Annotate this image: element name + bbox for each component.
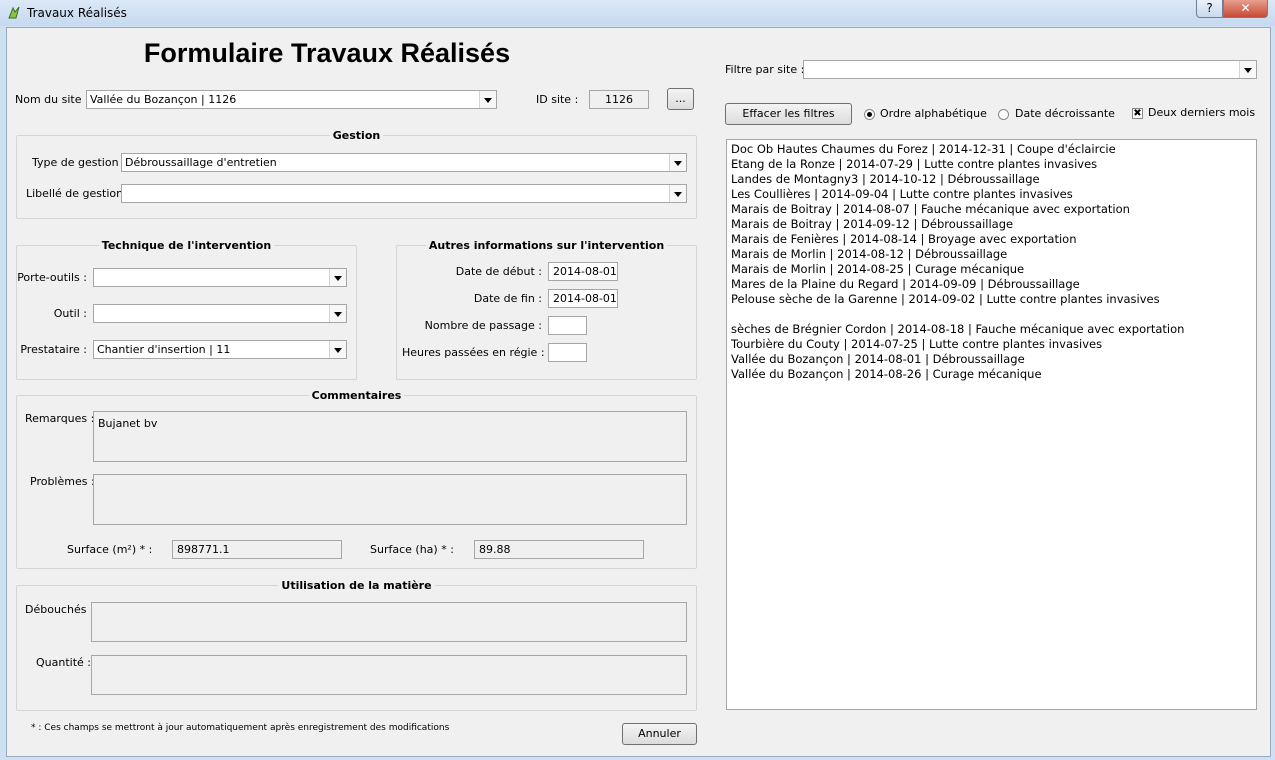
commentaires-title: Commentaires: [308, 389, 405, 402]
list-item[interactable]: Doc Ob Hautes Chaumes du Forez | 2014-12…: [731, 142, 1252, 157]
travaux-list[interactable]: Doc Ob Hautes Chaumes du Forez | 2014-12…: [726, 139, 1257, 710]
problemes-label: Problèmes :: [30, 475, 95, 488]
date-fin-field[interactable]: 2014-08-01: [548, 289, 618, 308]
alpha-order-radio[interactable]: [864, 109, 875, 120]
chevron-down-icon[interactable]: [669, 185, 686, 202]
problemes-textarea[interactable]: [93, 474, 687, 525]
remarques-textarea[interactable]: Bujanet bv: [93, 411, 687, 462]
list-item[interactable]: Vallée du Bozançon | 2014-08-26 | Curage…: [731, 367, 1252, 382]
list-item[interactable]: Pelouse sèche de la Garenne | 2014-09-02…: [731, 292, 1252, 307]
date-desc-radio[interactable]: [998, 109, 1009, 120]
filter-site-label: Filtre par site :: [725, 63, 805, 76]
date-debut-field[interactable]: 2014-08-01: [548, 262, 618, 281]
dialog-client: Formulaire Travaux Réalisés Nom du site …: [6, 27, 1271, 757]
heures-field[interactable]: [548, 343, 587, 362]
alpha-order-label[interactable]: Ordre alphabétique: [880, 107, 987, 120]
prestataire-combo[interactable]: Chantier d'insertion | 11: [93, 340, 347, 359]
list-item[interactable]: Landes de Montagny3 | 2014-10-12 | Débro…: [731, 172, 1252, 187]
site-id-label: ID site :: [536, 93, 579, 106]
autres-title: Autres informations sur l'intervention: [425, 239, 668, 252]
matiere-title: Utilisation de la matière: [278, 579, 435, 592]
close-button[interactable]: ✕: [1223, 0, 1268, 18]
surface-m2-label: Surface (m²) * :: [67, 543, 153, 556]
outil-label: Outil :: [53, 307, 87, 320]
quantite-textarea[interactable]: [91, 655, 687, 695]
form-title: Formulaire Travaux Réalisés: [143, 38, 511, 68]
window-title: Travaux Réalisés: [27, 6, 127, 20]
date-desc-label[interactable]: Date décroissante: [1015, 107, 1115, 120]
type-gestion-combo[interactable]: Débroussaillage d'entretien: [121, 153, 687, 172]
debouches-textarea[interactable]: [91, 602, 687, 642]
autoupdate-note: * : Ces champs se mettront à jour automa…: [31, 723, 450, 733]
browse-site-button[interactable]: ...: [667, 88, 694, 110]
libelle-gestion-label: Libellé de gestion :: [26, 187, 131, 200]
site-combo[interactable]: Vallée du Bozançon | 1126: [86, 90, 497, 109]
list-item[interactable]: Les Coullières | 2014-09-04 | Lutte cont…: [731, 187, 1252, 202]
porte-outils-combo[interactable]: [93, 268, 347, 287]
quantite-label: Quantité :: [36, 656, 91, 669]
heures-label: Heures passées en régie :: [402, 346, 545, 359]
list-item[interactable]: Etang de la Ronze | 2014-07-29 | Lutte c…: [731, 157, 1252, 172]
chevron-down-icon[interactable]: [479, 91, 496, 108]
list-item[interactable]: Vallée du Bozançon | 2014-08-01 | Débrou…: [731, 352, 1252, 367]
prestataire-value: Chantier d'insertion | 11: [97, 343, 231, 356]
two-months-label[interactable]: Deux derniers mois: [1148, 106, 1255, 119]
surface-ha-field[interactable]: 89.88: [474, 540, 644, 559]
qgis-app-icon: [8, 6, 20, 19]
list-item[interactable]: Marais de Boitray | 2014-09-12 | Débrous…: [731, 217, 1252, 232]
type-gestion-value: Débroussaillage d'entretien: [125, 156, 277, 169]
cancel-button[interactable]: Annuler: [622, 723, 697, 745]
list-item[interactable]: Marais de Morlin | 2014-08-25 | Curage m…: [731, 262, 1252, 277]
chevron-down-icon[interactable]: [329, 341, 346, 358]
list-item[interactable]: [731, 307, 1252, 322]
clear-filters-button[interactable]: Effacer les filtres: [725, 103, 852, 125]
date-debut-label: Date de début :: [455, 265, 542, 278]
gestion-group: Gestion: [16, 129, 697, 219]
outil-combo[interactable]: [93, 304, 347, 323]
surface-m2-field[interactable]: 898771.1: [172, 540, 342, 559]
passage-field[interactable]: [548, 316, 587, 335]
help-button[interactable]: ?: [1196, 0, 1223, 18]
type-gestion-label: Type de gestion :: [32, 156, 126, 169]
passage-label: Nombre de passage :: [424, 319, 542, 332]
chevron-down-icon[interactable]: [1239, 61, 1256, 78]
chevron-down-icon[interactable]: [329, 305, 346, 322]
surface-ha-label: Surface (ha) * :: [370, 543, 454, 556]
chevron-down-icon[interactable]: [329, 269, 346, 286]
site-label: Nom du site :: [15, 93, 89, 106]
list-item[interactable]: Marais de Fenières | 2014-08-14 | Broyag…: [731, 232, 1252, 247]
list-item[interactable]: sèches de Brégnier Cordon | 2014-08-18 |…: [731, 322, 1252, 337]
technique-title: Technique de l'intervention: [98, 239, 275, 252]
site-id-field[interactable]: 1126: [589, 90, 649, 109]
two-months-checkbox[interactable]: ✖: [1132, 108, 1143, 119]
list-item[interactable]: Tourbière du Couty | 2014-07-25 | Lutte …: [731, 337, 1252, 352]
porte-outils-label: Porte-outils :: [17, 271, 87, 284]
list-item[interactable]: Marais de Boitray | 2014-08-07 | Fauche …: [731, 202, 1252, 217]
window-titlebar: Travaux Réalisés ? ✕: [0, 0, 1275, 26]
filter-site-combo[interactable]: [803, 60, 1257, 79]
debouches-label: Débouchés :: [25, 603, 94, 616]
list-item[interactable]: Marais de Morlin | 2014-08-12 | Débrouss…: [731, 247, 1252, 262]
site-combo-value: Vallée du Bozançon | 1126: [90, 93, 237, 106]
date-fin-label: Date de fin :: [473, 292, 542, 305]
list-item[interactable]: Mares de la Plaine du Regard | 2014-09-0…: [731, 277, 1252, 292]
prestataire-label: Prestataire :: [20, 343, 87, 356]
remarques-label: Remarques :: [25, 412, 95, 425]
libelle-gestion-combo[interactable]: [121, 184, 687, 203]
gestion-title: Gestion: [329, 129, 384, 142]
chevron-down-icon[interactable]: [669, 154, 686, 171]
